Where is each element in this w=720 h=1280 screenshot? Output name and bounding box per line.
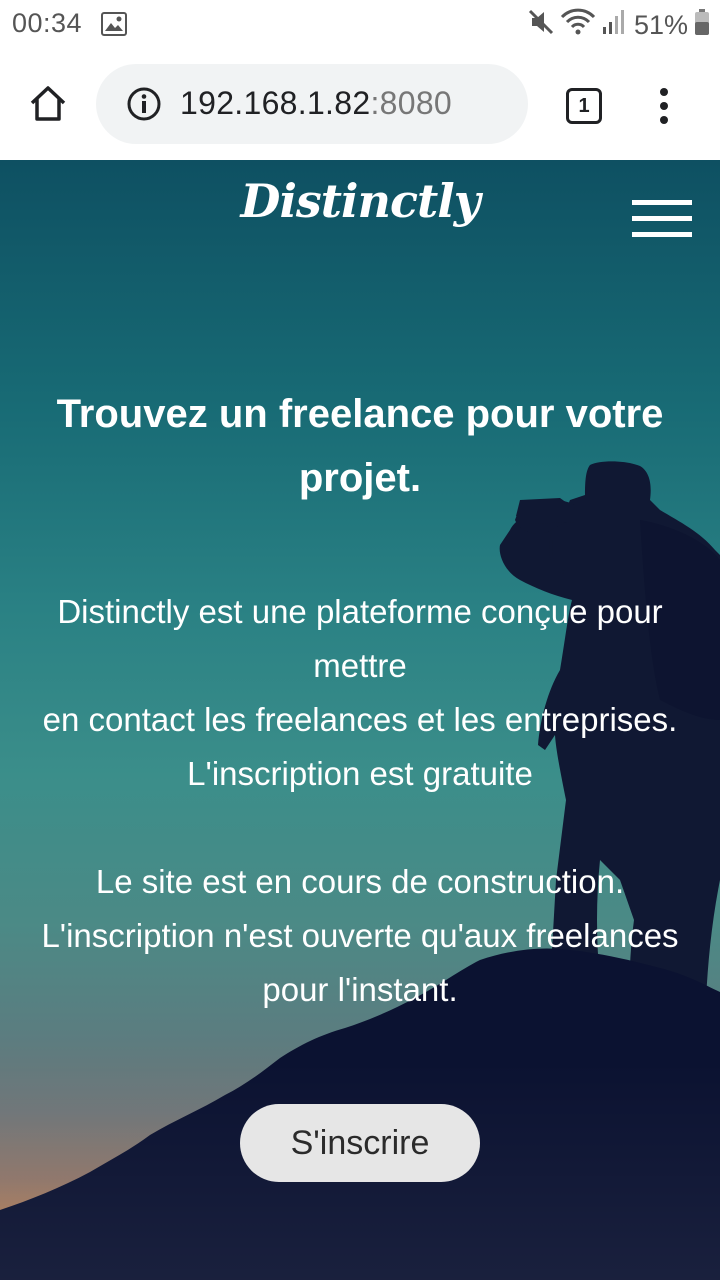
description-line: Distinctly est une plateforme conçue pou… <box>57 593 663 630</box>
home-icon <box>30 86 66 121</box>
battery-percent: 51% <box>633 10 688 40</box>
page-headline: Trouvez un freelance pour votre projet. <box>56 392 664 500</box>
status-right-group: 51% <box>528 8 710 43</box>
notice-line: Le site est en cours de construction. <box>95 863 625 900</box>
description-line: L'inscription est gratuite <box>187 755 533 792</box>
hamburger-menu-button[interactable] <box>632 200 692 238</box>
signal-icon <box>602 9 624 42</box>
signup-button[interactable]: S'inscrire <box>240 1104 480 1182</box>
browser-menu-button[interactable] <box>650 86 678 126</box>
info-icon[interactable] <box>126 86 162 127</box>
description-line: en contact les freelances et les entrepr… <box>42 701 678 738</box>
brand-logo[interactable]: Distinctly <box>0 174 720 228</box>
home-button[interactable] <box>22 78 74 130</box>
status-bar: 00:34 51% <box>0 0 720 48</box>
hero-section: Distinctly Trouvez un freelance pour vot… <box>0 160 720 1280</box>
url-text[interactable]: 192.168.1.82:8080 <box>180 85 452 122</box>
notice-line: pour l'instant. <box>262 971 458 1008</box>
notice-line: L'inscription n'est ouverte qu'aux freel… <box>41 917 679 954</box>
mute-icon <box>528 8 554 43</box>
address-bar[interactable]: 192.168.1.82:8080 <box>96 64 528 144</box>
url-port: :8080 <box>370 85 453 121</box>
tab-switcher-button[interactable]: 1 <box>566 88 602 124</box>
gallery-icon <box>101 12 127 43</box>
url-host: 192.168.1.82 <box>180 85 371 121</box>
wifi-icon <box>560 8 596 43</box>
page-description: Distinctly est une plateforme conçue pou… <box>0 585 720 1017</box>
description-line: mettre <box>313 647 407 684</box>
browser-toolbar: 192.168.1.82:8080 1 <box>0 48 720 160</box>
status-time: 00:34 <box>12 8 83 38</box>
battery-icon <box>694 8 710 43</box>
